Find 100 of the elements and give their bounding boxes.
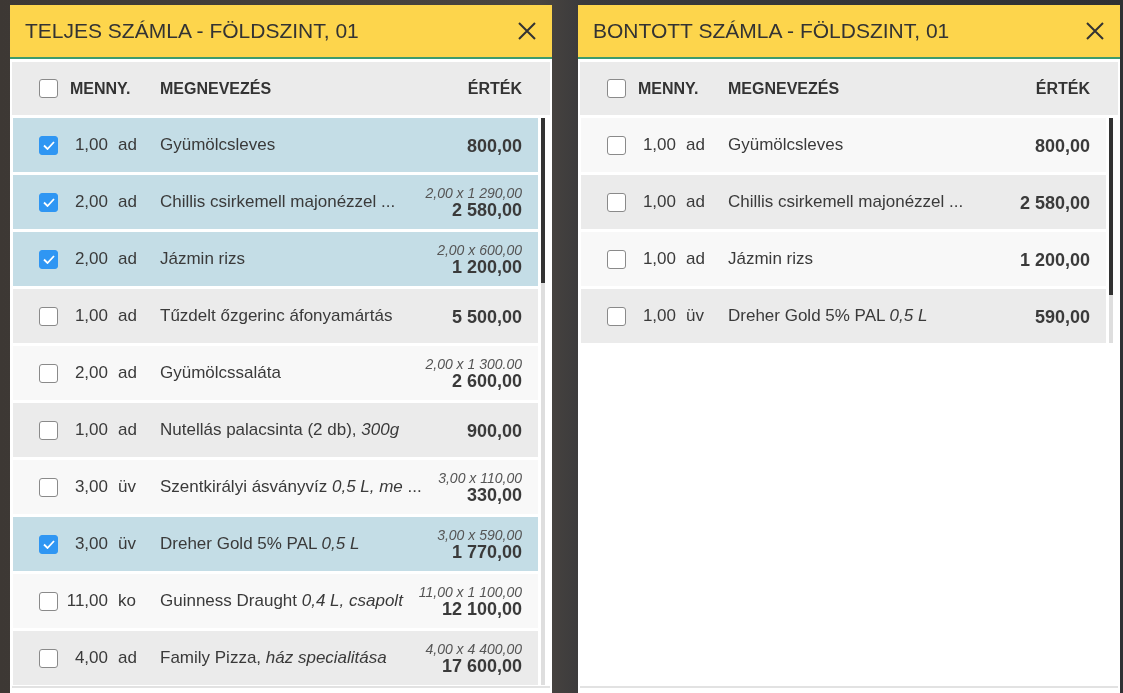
scrollbar-thumb[interactable] — [1109, 118, 1113, 295]
unit-text: ad — [118, 135, 138, 155]
unit-text: ad — [118, 192, 138, 212]
column-header[interactable]: ÉRTÉK — [467, 79, 522, 98]
item-name: Chillis csirkemell majonézzel ... — [160, 192, 397, 212]
checkbox[interactable] — [607, 192, 626, 212]
item-row[interactable]: 4,00 ad Family Pizza, ház specialitása 4,00 x 4 400,00 17 600,00 — [13, 631, 538, 685]
item-name: Guinness Draught 0,4 L, csapolt — [160, 591, 405, 611]
checkbox[interactable] — [607, 249, 626, 269]
checkbox[interactable] — [39, 135, 58, 155]
unit-price-text: 3,00 x 590,00 — [437, 528, 522, 543]
panel-title: TELJES SZÁMLA - FÖLDSZINT, 01 — [25, 19, 359, 43]
item-name: Jázmin rizs — [728, 249, 814, 269]
item-name: Gyümölcsleves — [160, 135, 277, 155]
item-row[interactable]: 1,00 ad Nutellás palacsinta (2 db), 300g 900,00 — [13, 403, 538, 457]
item-name: Gyümölcssaláta — [160, 363, 282, 383]
item-total: 1 770,00 — [451, 543, 522, 562]
checkmark-icon — [42, 539, 55, 549]
checkbox[interactable] — [39, 477, 58, 497]
column-header[interactable]: MENNY. — [638, 79, 728, 98]
item-name: Dreher Gold 5% PAL 0,5 L — [728, 306, 929, 326]
checkbox[interactable] — [39, 534, 58, 554]
item-row[interactable]: 1,00 ad Gyümölcsleves 800,00 — [581, 118, 1106, 172]
checkbox[interactable] — [607, 135, 626, 155]
item-row[interactable]: 2,00 ad Chillis csirkemell majonézzel ... 2,00 x 1 290,00 2 580,00 — [13, 175, 538, 229]
item-total: 330,00 — [466, 486, 522, 505]
item-row[interactable]: 1,00 ad Jázmin rizs 1 200,00 — [581, 232, 1106, 286]
checkmark-icon — [42, 254, 55, 264]
item-total: 2 580,00 — [451, 201, 522, 220]
quantity-text: 1,00 — [641, 306, 676, 326]
quantity-text: 3,00 — [73, 534, 108, 554]
quantity-text: 11,00 — [65, 591, 108, 611]
item-total: 17 600,00 — [441, 657, 522, 676]
checkbox[interactable] — [39, 192, 58, 212]
checkbox[interactable] — [39, 306, 58, 326]
unit-price-text: 4,00 x 4 400,00 — [425, 642, 522, 657]
close-button[interactable] — [1086, 22, 1104, 40]
item-total: 2 580,00 — [1019, 193, 1090, 213]
item-row[interactable]: 1,00 üv Dreher Gold 5% PAL 0,5 L 590,00 — [581, 289, 1106, 343]
unit-text: ad — [118, 249, 138, 269]
unit-text: ad — [686, 249, 706, 269]
unit-price-text: 2,00 x 600,00 — [437, 243, 522, 258]
unit-text: üv — [118, 534, 137, 554]
item-total: 800,00 — [1034, 136, 1090, 156]
unit-price-text: 3,00 x 110,00 — [438, 471, 522, 486]
unit-text: üv — [118, 477, 137, 497]
quantity-text: 1,00 — [73, 306, 108, 326]
column-header[interactable]: MENNY. — [70, 79, 160, 98]
checkbox[interactable] — [39, 249, 58, 269]
checkbox[interactable] — [607, 79, 626, 98]
item-total: 12 100,00 — [441, 600, 522, 619]
unit-text: ad — [118, 363, 138, 383]
column-header[interactable]: MEGNEVEZÉS — [160, 79, 468, 98]
quantity-text: 2,00 — [73, 249, 108, 269]
item-name: Family Pizza, ház specialitása — [160, 648, 388, 668]
item-total: 590,00 — [1034, 307, 1090, 327]
item-total: 900,00 — [466, 421, 522, 441]
unit-price-text: 2,00 x 1 300.00 — [425, 357, 522, 372]
checkbox[interactable] — [607, 306, 626, 326]
checkbox[interactable] — [39, 420, 58, 440]
quantity-text: 4,00 — [73, 648, 108, 668]
item-total: 1 200,00 — [1019, 250, 1090, 270]
unit-text: ko — [118, 591, 137, 611]
unit-text: ad — [118, 306, 138, 326]
item-name: Szentkirályi ásványvíz 0,5 L, me ... — [160, 477, 423, 497]
quantity-text: 3,00 — [73, 477, 108, 497]
checkbox[interactable] — [39, 648, 58, 668]
scrollbar-thumb[interactable] — [541, 118, 545, 283]
checkbox[interactable] — [39, 363, 58, 383]
unit-text: ad — [686, 135, 706, 155]
unit-price-text: 2,00 x 1 290,00 — [425, 186, 522, 201]
quantity-text: 1,00 — [641, 135, 676, 155]
scrollbar[interactable] — [541, 118, 545, 685]
item-row[interactable]: 1,00 ad Tűzdelt őzgerinc áfonyamártás 5 500,00 — [13, 289, 538, 343]
item-name: Jázmin rizs — [160, 249, 246, 269]
item-total: 2 600,00 — [451, 372, 522, 391]
column-header[interactable]: MEGNEVEZÉS — [728, 79, 1036, 98]
checkbox[interactable] — [39, 591, 58, 611]
checkmark-icon — [42, 197, 55, 207]
quantity-text: 2,00 — [73, 192, 108, 212]
quantity-text: 1,00 — [641, 249, 676, 269]
quantity-text: 1,00 — [641, 192, 676, 212]
quantity-text: 1,00 — [73, 420, 108, 440]
item-row[interactable]: 1,00 ad Gyümölcsleves 800,00 — [13, 118, 538, 172]
checkmark-icon — [42, 140, 55, 150]
item-row[interactable]: 1,00 ad Chillis csirkemell majonézzel ... 2 580,00 — [581, 175, 1106, 229]
checkbox[interactable] — [39, 79, 58, 98]
item-row[interactable]: 2,00 ad Gyümölcssaláta 2,00 x 1 300.00 2 600,00 — [13, 346, 538, 400]
item-name: Nutellás palacsinta (2 db), 300g — [160, 420, 401, 440]
item-name: Dreher Gold 5% PAL 0,5 L — [160, 534, 361, 554]
unit-price-text: 11,00 x 1 100,00 — [418, 585, 522, 600]
unit-text: ad — [686, 192, 706, 212]
scrollbar[interactable] — [1109, 118, 1113, 343]
close-button[interactable] — [518, 22, 536, 40]
item-name: Gyümölcsleves — [728, 135, 845, 155]
column-header[interactable]: ÉRTÉK — [1035, 79, 1090, 98]
item-row[interactable]: 2,00 ad Jázmin rizs 2,00 x 600,00 1 200,00 — [13, 232, 538, 286]
item-total: 1 200,00 — [451, 258, 522, 277]
item-name: Chillis csirkemell majonézzel ... — [728, 192, 965, 212]
item-row[interactable]: 3,00 üv Dreher Gold 5% PAL 0,5 L 3,00 x 590,00 1 770,00 — [13, 517, 538, 571]
